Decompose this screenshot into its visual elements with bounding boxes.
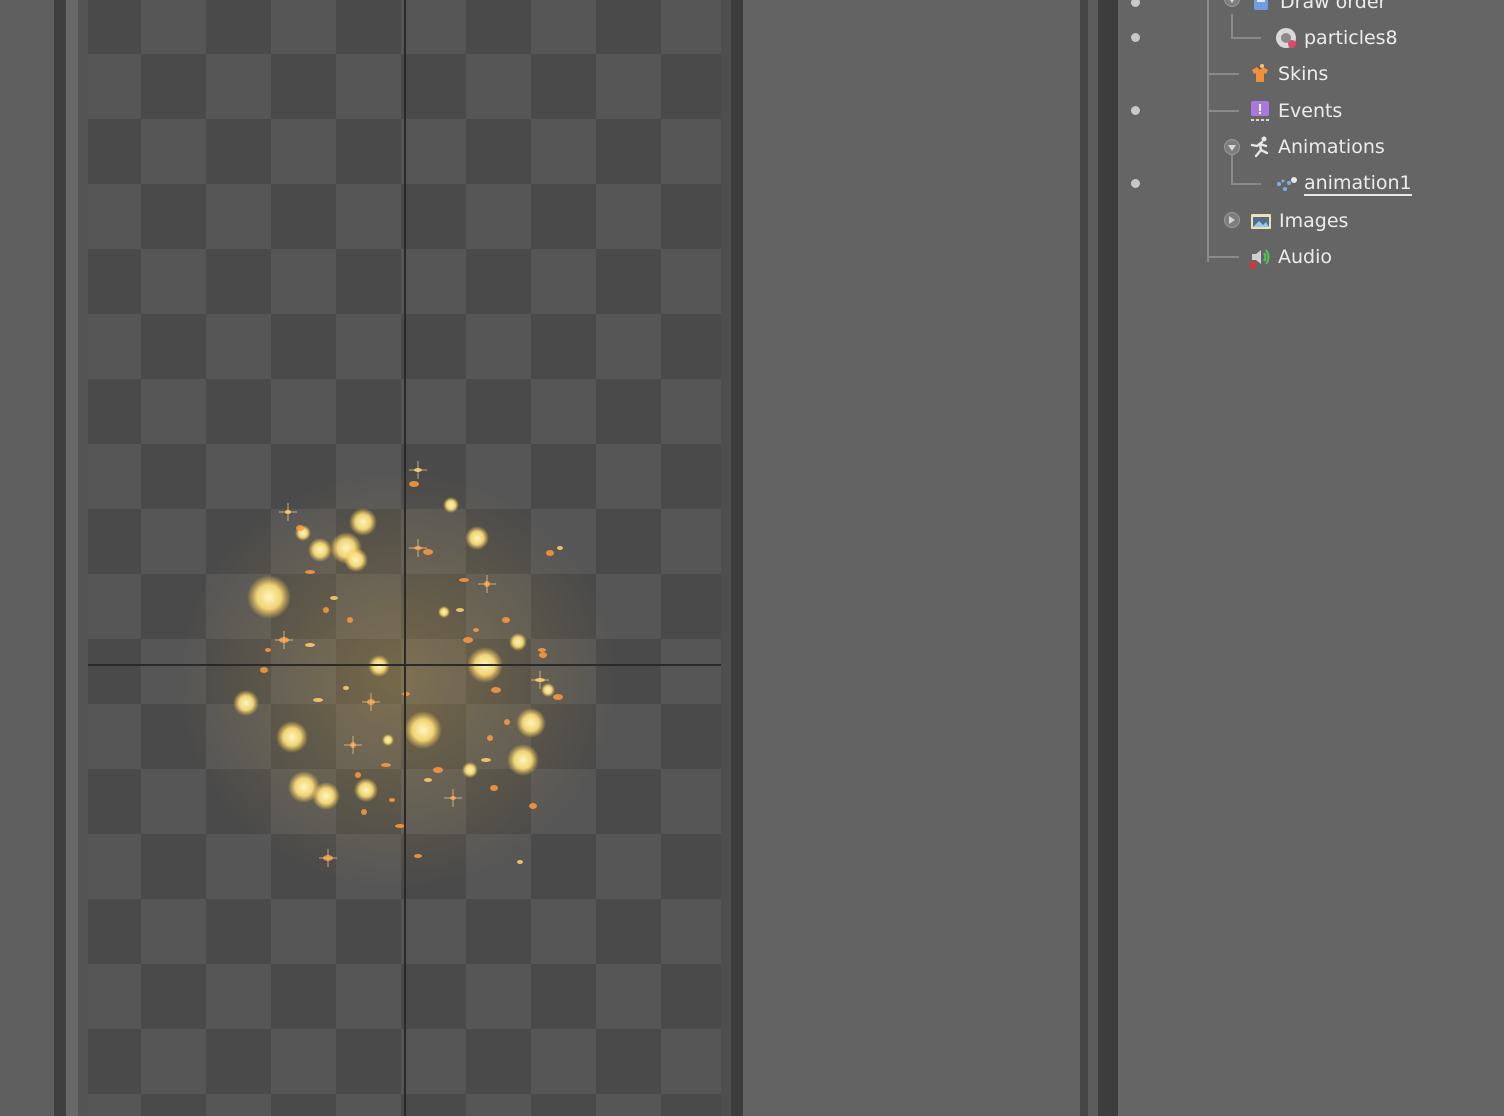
particle-spark <box>456 608 464 612</box>
expand-toggle-icon[interactable] <box>1224 139 1240 155</box>
tree-item-skins[interactable]: Skins <box>1248 59 1328 89</box>
particle-orb <box>382 734 394 746</box>
tree-line <box>1207 0 1209 262</box>
viewport-border-right <box>721 0 731 1116</box>
particle-spark <box>481 758 491 762</box>
visibility-dot[interactable] <box>1131 0 1140 7</box>
particle-spark <box>330 596 338 600</box>
particle-orb <box>509 633 527 651</box>
origin-axis-vertical <box>404 0 406 1116</box>
visibility-dot[interactable] <box>1131 106 1140 115</box>
particle-orb <box>349 508 377 536</box>
tree-item-animation1[interactable]: animation1 <box>1274 169 1412 199</box>
particle-spark <box>491 687 501 693</box>
tree-item-animations[interactable]: Animations <box>1248 132 1385 162</box>
panel-splitter[interactable] <box>1080 0 1088 1116</box>
particle-orb <box>344 548 368 572</box>
tree-panel[interactable]: Draw order particles8 Skins Events Anima… <box>1118 0 1504 1116</box>
particle-spark <box>487 735 493 741</box>
particle-spark <box>529 803 537 809</box>
particle-spark <box>459 578 469 582</box>
particle-spark <box>323 607 329 613</box>
particle-spark <box>296 525 304 531</box>
expand-toggle-icon[interactable] <box>1224 0 1240 7</box>
expand-toggle-icon[interactable] <box>1224 212 1240 228</box>
particle-orb <box>276 721 308 753</box>
particle-orb <box>438 606 450 618</box>
animations-icon <box>1248 135 1272 159</box>
particle-orb <box>507 744 539 776</box>
tree-line <box>1207 73 1239 75</box>
particle-spark <box>433 767 443 773</box>
skins-icon <box>1248 62 1272 86</box>
particle-spark <box>502 617 510 623</box>
tree-line <box>1231 37 1261 39</box>
tree-line <box>1231 14 1233 38</box>
tree-item-audio[interactable]: Audio <box>1248 242 1332 272</box>
tree-line <box>1207 256 1239 258</box>
particle-orb <box>354 778 378 802</box>
tree-line <box>1231 155 1233 185</box>
tree-item-draw-order[interactable]: Draw order <box>1250 0 1386 17</box>
particle-spark <box>414 854 422 858</box>
viewport-frame-right <box>731 0 743 1116</box>
particle-spark <box>313 698 323 702</box>
particle-spark <box>490 785 498 791</box>
particle-orb <box>233 690 259 716</box>
particle-spark <box>423 549 433 555</box>
animation-icon <box>1274 172 1298 196</box>
audio-icon <box>1248 245 1272 269</box>
particle-spark <box>409 481 419 487</box>
particle-spark <box>538 648 546 652</box>
particle-spark <box>553 694 563 700</box>
particle-orb <box>465 526 489 550</box>
particle-orb <box>443 497 459 513</box>
particle-orb <box>404 711 442 749</box>
particle-orb <box>247 575 291 619</box>
particle-spark <box>265 648 271 652</box>
particle-orb <box>462 762 478 778</box>
particle-spark <box>539 652 547 658</box>
particle-orb <box>541 683 555 697</box>
particle-spark <box>389 798 395 802</box>
preview-viewport[interactable] <box>88 0 721 1116</box>
empty-panel <box>743 0 1080 1116</box>
particle-orb <box>312 782 340 810</box>
visibility-dot[interactable] <box>1131 179 1140 188</box>
panel-splitter-frame <box>1098 0 1118 1116</box>
tree-item-particles8[interactable]: particles8 <box>1274 23 1398 53</box>
particle-spark <box>473 628 479 632</box>
particle-spark <box>546 550 554 556</box>
particle-orb <box>516 708 546 738</box>
particle-spark <box>463 637 473 643</box>
particle-spark <box>381 763 391 767</box>
tree-item-images[interactable]: Images <box>1249 206 1348 236</box>
events-icon <box>1248 99 1272 123</box>
particle-orb <box>308 538 332 562</box>
particle-spark <box>504 719 510 725</box>
particle-spark <box>557 546 563 550</box>
viewport-border-inner <box>78 0 88 1116</box>
tree-line <box>1231 183 1261 185</box>
particle-spark <box>355 772 361 778</box>
panel-splitter-handle[interactable] <box>1088 0 1098 1116</box>
visibility-dot[interactable] <box>1131 33 1140 42</box>
particle-spark <box>343 686 349 690</box>
particle-spark <box>347 617 353 623</box>
viewport-border <box>66 0 78 1116</box>
particle-spark <box>424 778 432 782</box>
origin-axis-horizontal <box>88 664 721 666</box>
tree-line <box>1207 110 1239 112</box>
particle-orb <box>368 655 390 677</box>
draw-order-icon <box>1250 0 1274 14</box>
particle-spark <box>260 667 268 673</box>
viewport-frame <box>54 0 66 1116</box>
particle-spark <box>517 860 523 864</box>
tree-item-events[interactable]: Events <box>1248 96 1342 126</box>
particle-spark <box>305 570 315 574</box>
slot-icon <box>1274 26 1298 50</box>
particle-spark <box>361 809 367 815</box>
particle-spark <box>305 643 315 647</box>
images-icon <box>1249 209 1273 233</box>
